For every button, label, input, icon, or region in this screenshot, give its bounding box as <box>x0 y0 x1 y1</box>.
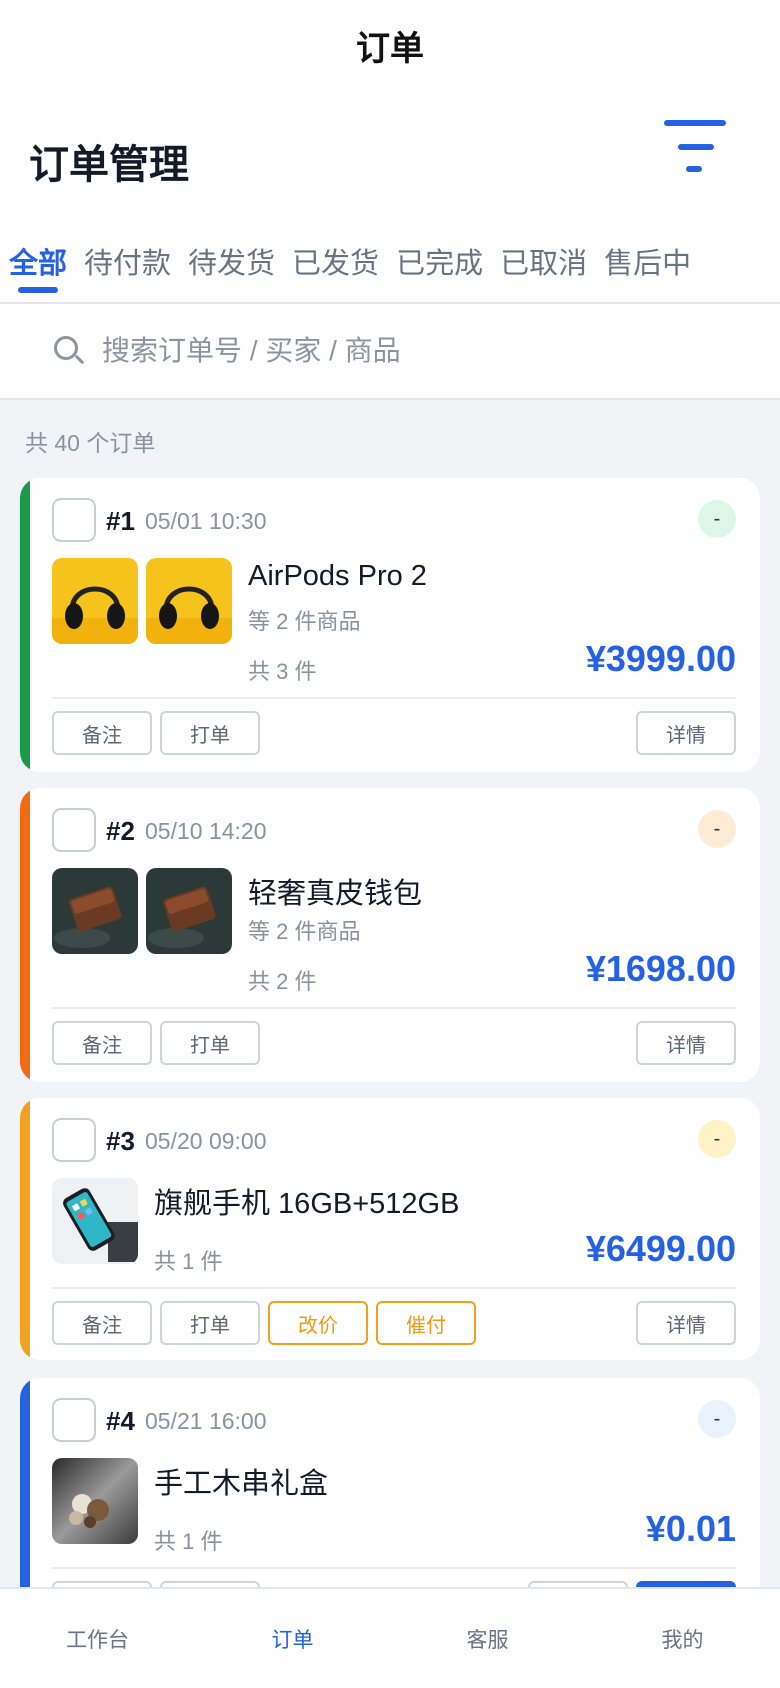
detail-button[interactable]: 详情 <box>636 1301 736 1345</box>
note-button[interactable]: 备注 <box>52 711 152 755</box>
item-quantity: 共 2 件 <box>248 969 317 994</box>
note-button[interactable]: 备注 <box>52 1021 152 1065</box>
product-name: 旗舰手机 16GB+512GB <box>154 1188 460 1220</box>
order-number: #2 <box>106 816 135 846</box>
status-badge: - <box>698 810 736 848</box>
product-name: 轻奢真皮钱包 <box>248 878 423 910</box>
order-price: ¥1698.00 <box>585 948 736 989</box>
order-count: 共 40 个订单 <box>25 430 156 456</box>
tab-shipped[interactable]: 已发货 <box>292 219 379 303</box>
tab-pending-shipment[interactable]: 待发货 <box>188 219 275 303</box>
status-stripe <box>20 1098 30 1360</box>
order-number: #4 <box>106 1406 135 1436</box>
headphones-thumbnail <box>52 558 138 644</box>
tab-pending-payment[interactable]: 待付款 <box>84 219 171 303</box>
divider <box>52 697 736 699</box>
order-time: 05/10 14:20 <box>145 818 267 844</box>
headphones-thumbnail <box>146 558 232 644</box>
order-card[interactable]: #1 05/01 10:30 - AirPods Pro 2 等 2 件商品 共… <box>20 478 760 772</box>
tab-all[interactable]: 全部 <box>9 219 67 303</box>
nav-workbench[interactable]: 工作台 <box>0 1589 195 1688</box>
divider <box>52 1567 736 1569</box>
nav-mine[interactable]: 我的 <box>585 1589 780 1688</box>
search-input[interactable] <box>102 335 702 367</box>
divider <box>52 1287 736 1289</box>
status-badge: - <box>698 500 736 538</box>
nav-customer-service[interactable]: 客服 <box>390 1589 585 1688</box>
print-button[interactable]: 打单 <box>160 711 260 755</box>
reprice-button[interactable]: 改价 <box>268 1301 368 1345</box>
phone-thumbnail <box>52 1178 138 1264</box>
nav-orders[interactable]: 订单 <box>195 1589 390 1688</box>
bottom-nav: 工作台 订单 客服 我的 <box>0 1587 780 1688</box>
item-quantity: 共 1 件 <box>154 1529 223 1554</box>
remind-payment-button[interactable]: 催付 <box>376 1301 476 1345</box>
wallet-thumbnail <box>52 868 138 954</box>
page-title: 订单管理 <box>29 143 189 187</box>
detail-button[interactable]: 详情 <box>636 1021 736 1065</box>
status-tabs: 全部 待付款 待发货 已发货 已完成 已取消 售后中 <box>0 220 780 304</box>
order-checkbox[interactable] <box>52 1118 96 1162</box>
search-icon <box>54 336 85 366</box>
product-name: 手工木串礼盒 <box>154 1468 329 1500</box>
item-quantity: 共 3 件 <box>248 659 317 684</box>
order-price: ¥3999.00 <box>585 638 736 679</box>
order-number: #3 <box>106 1126 135 1156</box>
product-more: 等 2 件商品 <box>248 609 361 634</box>
detail-button[interactable]: 详情 <box>636 711 736 755</box>
order-time: 05/01 10:30 <box>145 508 267 534</box>
status-badge: - <box>698 1120 736 1158</box>
order-card[interactable]: #2 05/10 14:20 - 轻奢真皮钱包 等 2 件商品 共 2 件 ¥1… <box>20 788 760 1082</box>
print-button[interactable]: 打单 <box>160 1021 260 1065</box>
order-price: ¥6499.00 <box>585 1228 736 1269</box>
search-bar <box>0 304 780 400</box>
page-header: 订单管理 <box>0 90 780 220</box>
tab-after-sales[interactable]: 售后中 <box>604 219 691 303</box>
status-stripe <box>20 788 30 1082</box>
item-quantity: 共 1 件 <box>154 1249 223 1274</box>
order-card[interactable]: #3 05/20 09:00 - 旗舰手机 16GB+512GB 共 1 件 ¥… <box>20 1098 760 1360</box>
product-more: 等 2 件商品 <box>248 919 361 944</box>
wallet-thumbnail <box>146 868 232 954</box>
product-name: AirPods Pro 2 <box>248 560 427 592</box>
tab-completed[interactable]: 已完成 <box>396 219 483 303</box>
filter-icon[interactable] <box>664 120 736 180</box>
order-price: ¥0.01 <box>645 1508 736 1549</box>
order-time: 05/20 09:00 <box>145 1128 267 1154</box>
order-checkbox[interactable] <box>52 808 96 852</box>
status-stripe <box>20 478 30 772</box>
order-checkbox[interactable] <box>52 498 96 542</box>
status-badge: - <box>698 1400 736 1438</box>
wooden-beads-thumbnail <box>52 1458 138 1544</box>
order-checkbox[interactable] <box>52 1398 96 1442</box>
top-bar: 订单 <box>0 0 780 90</box>
print-button[interactable]: 打单 <box>160 1301 260 1345</box>
tab-cancelled[interactable]: 已取消 <box>500 219 587 303</box>
order-number: #1 <box>106 506 135 536</box>
order-time: 05/21 16:00 <box>145 1408 267 1434</box>
divider <box>52 1007 736 1009</box>
top-bar-title: 订单 <box>356 29 424 68</box>
note-button[interactable]: 备注 <box>52 1301 152 1345</box>
